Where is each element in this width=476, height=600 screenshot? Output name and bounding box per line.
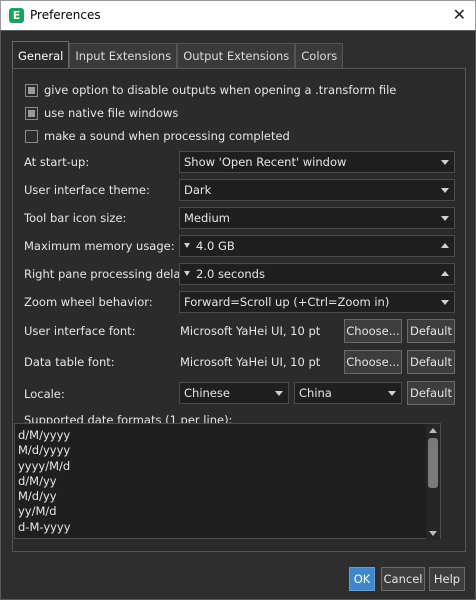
disable-outputs-checkbox[interactable] (25, 83, 38, 97)
tab-output-extensions[interactable]: Output Extensions (177, 43, 296, 68)
ui-font-default-button[interactable]: Default (407, 319, 455, 343)
table-font-default-button[interactable]: Default (407, 350, 455, 374)
toolbar-icon-size-value: Medium (184, 211, 230, 225)
chevron-down-icon (275, 391, 283, 396)
sound-checkbox[interactable] (25, 129, 38, 143)
date-format-line: d/M/yyyy (18, 428, 71, 442)
ui-font-label: User interface font: (24, 324, 136, 338)
chevron-down-icon (441, 300, 449, 305)
startup-select[interactable]: Show 'Open Recent' window (179, 151, 455, 173)
scroll-up-icon[interactable] (429, 428, 437, 433)
spin-up-icon[interactable] (441, 243, 449, 248)
startup-value: Show 'Open Recent' window (184, 155, 347, 169)
theme-select[interactable]: Dark (179, 179, 455, 201)
theme-label: User interface theme: (24, 183, 150, 197)
zoom-wheel-label: Zoom wheel behavior: (24, 295, 153, 309)
scroll-down-icon[interactable] (429, 531, 437, 536)
ui-font-value: Microsoft YaHei UI, 10 pt (180, 324, 321, 338)
tab-bar: General Input Extensions Output Extensio… (12, 41, 344, 68)
window-title: Preferences (30, 8, 101, 22)
toolbar-icon-size-label: Tool bar icon size: (24, 211, 127, 225)
native-windows-checkbox[interactable] (25, 106, 38, 120)
tab-input-extensions[interactable]: Input Extensions (69, 43, 178, 68)
date-formats-scrollbar[interactable] (426, 424, 440, 540)
date-formats-list: d/M/yyyy M/d/yyyy yyyy/M/d d/M/yy M/d/yy… (18, 428, 71, 535)
chevron-down-icon (441, 160, 449, 165)
chevron-down-icon (441, 188, 449, 193)
startup-label: At start-up: (24, 155, 90, 169)
scroll-thumb[interactable] (428, 438, 438, 488)
locale-default-button[interactable]: Default (407, 381, 455, 405)
date-format-line: d/M/yy (18, 473, 57, 488)
max-memory-spinbox[interactable]: 4.0 GB (179, 235, 455, 257)
pane-delay-label: Right pane processing delay: (24, 267, 191, 281)
zoom-wheel-select[interactable]: Forward=Scroll up (+Ctrl=Zoom in) (179, 291, 455, 313)
date-formats-textarea[interactable]: d/M/yyyy M/d/yyyy yyyy/M/d d/M/yy M/d/yy… (14, 423, 441, 540)
date-format-line: yy/M/d (18, 504, 57, 519)
locale-language-value: Chinese (184, 386, 230, 400)
title-bar: E Preferences ✕ (0, 0, 476, 30)
date-format-line: yyyy/M/d (18, 458, 71, 473)
locale-country-select[interactable]: China (294, 382, 402, 404)
locale-country-value: China (299, 386, 332, 400)
toolbar-icon-size-select[interactable]: Medium (179, 207, 455, 229)
native-windows-label: use native file windows (44, 106, 179, 120)
spin-down-icon[interactable] (184, 243, 190, 248)
date-format-line: M/d/yy (18, 489, 57, 504)
date-format-line: M/d/yyyy (18, 443, 71, 458)
ui-font-choose-button[interactable]: Choose... (344, 319, 402, 343)
disable-outputs-label: give option to disable outputs when open… (44, 83, 397, 97)
sound-option[interactable]: make a sound when processing completed (25, 128, 290, 144)
spin-down-icon[interactable] (184, 271, 190, 276)
table-font-label: Data table font: (24, 355, 115, 369)
chevron-down-icon (388, 391, 396, 396)
cancel-button[interactable]: Cancel (381, 567, 425, 591)
locale-label: Locale: (24, 387, 65, 401)
locale-language-select[interactable]: Chinese (179, 382, 289, 404)
pane-delay-spinbox[interactable]: 2.0 seconds (179, 263, 455, 285)
tab-general[interactable]: General (12, 41, 70, 68)
tab-colors[interactable]: Colors (295, 43, 344, 68)
table-font-value: Microsoft YaHei UI, 10 pt (180, 355, 321, 369)
chevron-down-icon (441, 216, 449, 221)
pane-delay-value: 2.0 seconds (196, 267, 265, 281)
help-button[interactable]: Help (429, 567, 465, 591)
native-windows-option[interactable]: use native file windows (25, 105, 178, 121)
app-e-icon: E (9, 8, 24, 23)
zoom-wheel-value: Forward=Scroll up (+Ctrl=Zoom in) (184, 295, 390, 309)
spin-up-icon[interactable] (441, 271, 449, 276)
theme-value: Dark (184, 183, 212, 197)
max-memory-label: Maximum memory usage: (24, 239, 175, 253)
table-font-choose-button[interactable]: Choose... (344, 350, 402, 374)
date-format-line: d-M-yyyy (18, 519, 71, 534)
preferences-window: General Input Extensions Output Extensio… (0, 30, 476, 600)
close-button[interactable]: ✕ (453, 6, 466, 24)
ok-button[interactable]: OK (349, 567, 375, 591)
sound-label: make a sound when processing completed (44, 129, 290, 143)
max-memory-value: 4.0 GB (196, 239, 235, 253)
disable-outputs-option[interactable]: give option to disable outputs when open… (25, 82, 396, 98)
